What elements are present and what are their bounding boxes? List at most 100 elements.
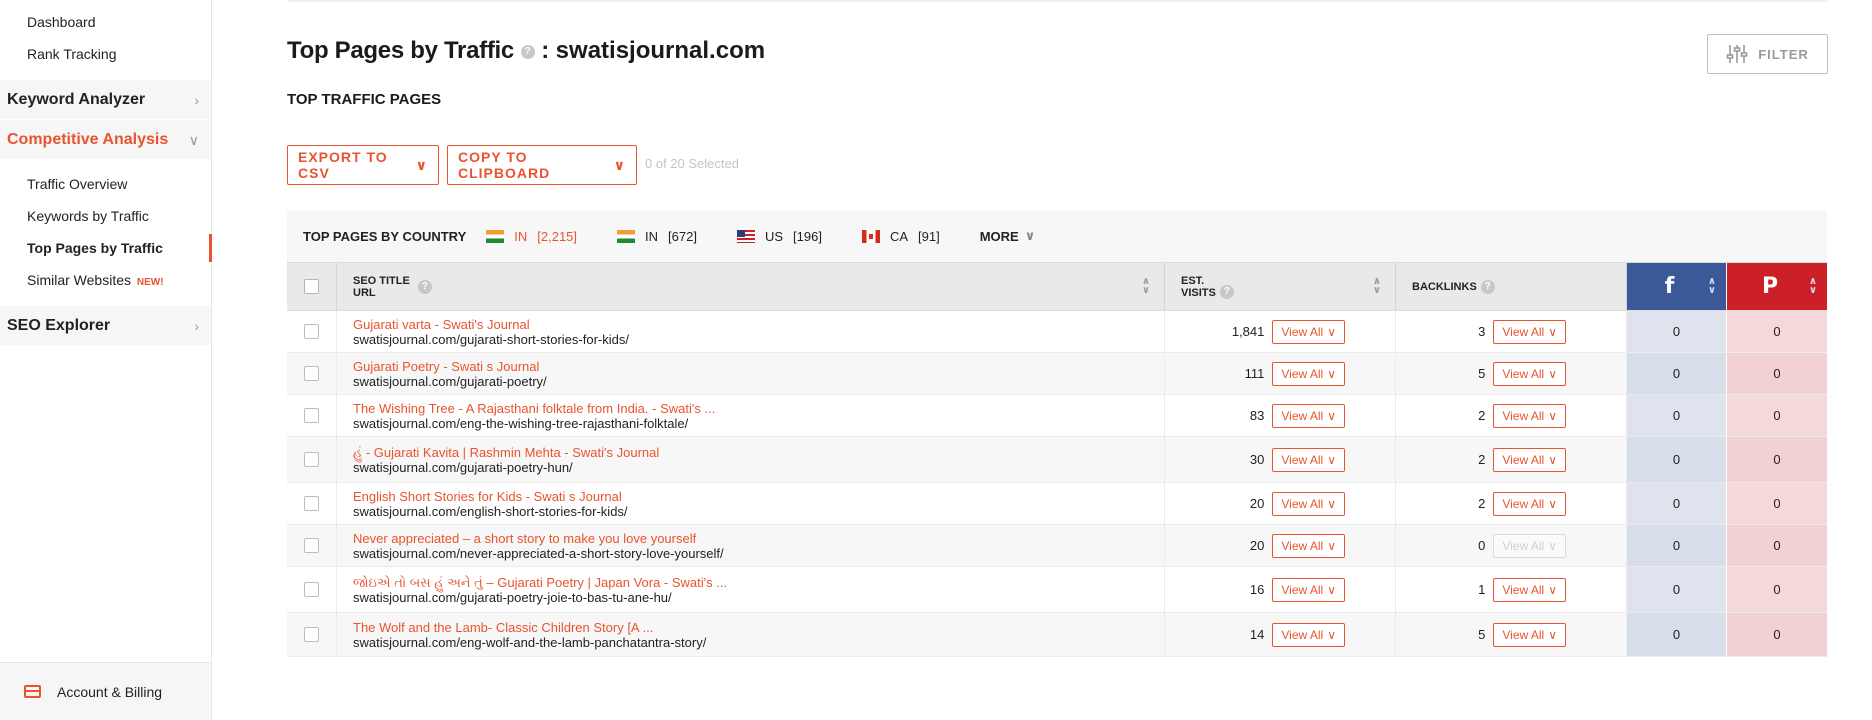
visits-cell: 14 View All ∨	[1165, 613, 1396, 656]
backlinks-cell: 2 View All ∨	[1396, 395, 1627, 436]
facebook-shares-value: 0	[1672, 408, 1681, 423]
row-select-cell	[287, 437, 337, 482]
view-all-backlinks-button[interactable]: View All ∨	[1493, 577, 1566, 602]
row-checkbox[interactable]	[304, 366, 319, 381]
page-title-link[interactable]: Gujarati varta - Swati's Journal	[353, 317, 530, 332]
row-select-cell	[287, 395, 337, 436]
table-row: Gujarati varta - Swati's Journal swatisj…	[287, 311, 1827, 353]
sort-icon[interactable]: ∧ ∨	[1373, 277, 1381, 296]
view-all-visits-button[interactable]: View All ∨	[1272, 319, 1345, 344]
visits-cell: 83 View All ∨	[1165, 395, 1396, 436]
sidebar-item-traffic-overview[interactable]: Traffic Overview	[0, 168, 211, 200]
copy-clipboard-button[interactable]: COPY TO CLIPBOARD ∨	[447, 145, 637, 185]
page-url: swatisjournal.com/english-short-stories-…	[353, 503, 628, 519]
help-icon[interactable]: ?	[1219, 284, 1234, 299]
view-all-visits-button[interactable]: View All ∨	[1272, 622, 1345, 647]
help-icon[interactable]: ?	[520, 44, 535, 59]
more-countries-button[interactable]: MORE ∨	[980, 228, 1036, 244]
chevron-down-icon: ∨	[1548, 582, 1557, 597]
help-icon[interactable]: ?	[1480, 279, 1495, 294]
selected-count: 0 of 20 Selected	[645, 156, 739, 171]
visits-cell: 111 View All ∨	[1165, 353, 1396, 394]
pinterest-shares-cell: 0	[1727, 483, 1827, 524]
country-filter-us[interactable]: US [196]	[736, 229, 822, 244]
chevron-down-icon: ∨	[1548, 538, 1557, 553]
chevron-down-icon: ∨	[1548, 324, 1557, 339]
sidebar-item-keywords-by-traffic[interactable]: Keywords by Traffic	[0, 200, 211, 232]
view-all-label: View All	[1281, 452, 1324, 467]
view-all-visits-button[interactable]: View All ∨	[1272, 533, 1345, 558]
facebook-shares-cell: 0	[1627, 437, 1727, 482]
page-url: swatisjournal.com/never-appreciated-a-sh…	[353, 545, 724, 561]
sidebar-item-dashboard[interactable]: Dashboard	[0, 6, 211, 38]
page-title-link[interactable]: The Wishing Tree - A Rajasthani folktale…	[353, 401, 715, 416]
page-title-domain: swatisjournal.com	[555, 37, 766, 64]
page-title-link[interactable]: English Short Stories for Kids - Swati s…	[353, 489, 622, 504]
sidebar-item-similar-websites[interactable]: Similar Websites NEW!	[0, 264, 211, 296]
account-billing-link[interactable]: Account & Billing	[0, 662, 211, 720]
backlinks-value: 2	[1478, 408, 1486, 423]
sort-icon[interactable]: ∧ ∨	[1142, 277, 1150, 296]
sort-icon[interactable]: ∧ ∨	[1708, 277, 1716, 296]
view-all-visits-button[interactable]: View All ∨	[1272, 447, 1345, 472]
export-csv-button[interactable]: EXPORT TO CSV ∨	[287, 145, 439, 185]
view-all-backlinks-button[interactable]: View All ∨	[1493, 447, 1566, 472]
filter-button[interactable]: FILTER	[1707, 34, 1828, 74]
chevron-down-icon: ∨	[1327, 582, 1336, 597]
visits-value: 20	[1249, 496, 1265, 511]
row-checkbox[interactable]	[304, 582, 319, 597]
row-checkbox[interactable]	[304, 408, 319, 423]
row-select-cell	[287, 483, 337, 524]
sidebar-item-top-pages-by-traffic[interactable]: Top Pages by Traffic	[0, 232, 212, 264]
col-est-line2: VISITS	[1181, 286, 1216, 299]
country-filter-ca[interactable]: CA [91]	[861, 229, 940, 244]
chevron-down-icon: ∨	[1548, 496, 1557, 511]
view-all-visits-button[interactable]: View All ∨	[1272, 491, 1345, 516]
pinterest-shares-cell: 0	[1727, 395, 1827, 436]
help-icon[interactable]: ?	[417, 279, 432, 294]
new-badge: NEW!	[136, 277, 164, 288]
col-backlinks[interactable]: BACKLINKS ?	[1396, 263, 1627, 310]
row-checkbox[interactable]	[304, 452, 319, 467]
sidebar-section-seo-explorer[interactable]: SEO Explorer ›	[0, 306, 211, 346]
view-all-label: View All	[1502, 538, 1545, 553]
row-checkbox[interactable]	[304, 496, 319, 511]
view-all-backlinks-button[interactable]: View All ∨	[1493, 361, 1566, 386]
view-all-label: View All	[1281, 627, 1324, 642]
col-est-visits[interactable]: EST. VISITS ? ∧ ∨	[1165, 263, 1396, 310]
sidebar-section-competitive-analysis[interactable]: Competitive Analysis ∨	[0, 120, 211, 160]
row-checkbox[interactable]	[304, 324, 319, 339]
table-body: Gujarati varta - Swati's Journal swatisj…	[287, 311, 1827, 657]
page-title-link[interactable]: હું - Gujarati Kavita | Rashmin Mehta - …	[353, 445, 659, 460]
col-pinterest[interactable]: P ∧ ∨	[1727, 263, 1827, 310]
col-seo-title[interactable]: SEO TITLE URL ? ∧ ∨	[337, 263, 1165, 310]
view-all-visits-button[interactable]: View All ∨	[1272, 403, 1345, 428]
view-all-backlinks-button[interactable]: View All ∨	[1493, 622, 1566, 647]
sidebar-section-keyword-analyzer[interactable]: Keyword Analyzer ›	[0, 80, 211, 120]
india-flag-icon	[617, 229, 636, 243]
page-title-link[interactable]: Never appreciated – a short story to mak…	[353, 531, 696, 546]
sidebar-item-rank-tracking[interactable]: Rank Tracking	[0, 38, 211, 70]
view-all-backlinks-button[interactable]: View All ∨	[1493, 319, 1566, 344]
view-all-backlinks-button[interactable]: View All ∨	[1493, 403, 1566, 428]
country-filter-in[interactable]: IN [2,215]	[486, 229, 577, 244]
title-cell: Gujarati Poetry - Swati s Journal swatis…	[337, 353, 1165, 394]
backlinks-value: 1	[1478, 582, 1486, 597]
page-title-link[interactable]: જોઇએ તો બસ હું અને તું – Gujarati Poetry…	[353, 575, 727, 590]
page-title-link[interactable]: Gujarati Poetry - Swati s Journal	[353, 359, 539, 374]
view-all-visits-button[interactable]: View All ∨	[1272, 577, 1345, 602]
view-all-backlinks-button[interactable]: View All ∨	[1493, 533, 1566, 558]
row-checkbox[interactable]	[304, 538, 319, 553]
row-checkbox[interactable]	[304, 627, 319, 642]
country-filter-in[interactable]: IN [672]	[617, 229, 697, 244]
col-facebook[interactable]: f ∧ ∨	[1627, 263, 1727, 310]
view-all-label: View All	[1281, 496, 1324, 511]
table-row: The Wishing Tree - A Rajasthani folktale…	[287, 395, 1827, 437]
chevron-down-icon: ∨	[1548, 627, 1557, 642]
view-all-visits-button[interactable]: View All ∨	[1272, 361, 1345, 386]
select-all-checkbox[interactable]	[304, 279, 319, 294]
sort-icon[interactable]: ∧ ∨	[1809, 277, 1817, 296]
facebook-shares-value: 0	[1672, 452, 1681, 467]
page-title-link[interactable]: The Wolf and the Lamb- Classic Children …	[353, 620, 653, 635]
view-all-backlinks-button[interactable]: View All ∨	[1493, 491, 1566, 516]
